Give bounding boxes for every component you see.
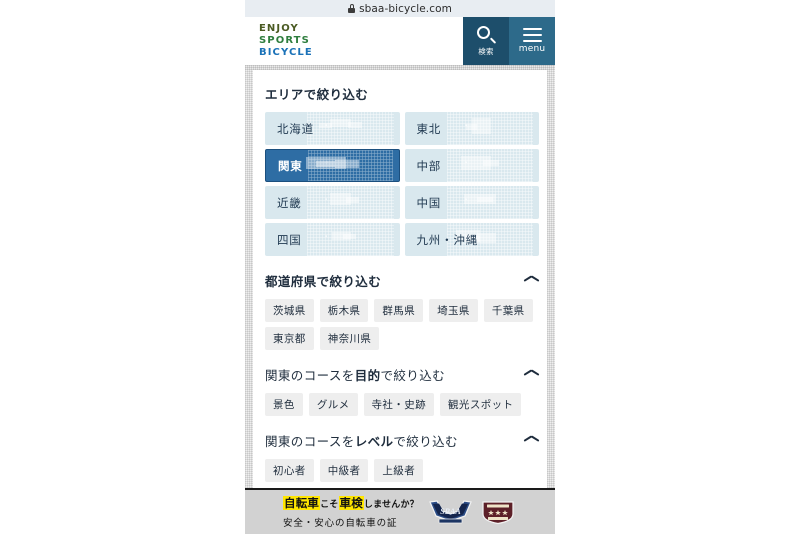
lock-icon [348,4,356,13]
filter-chip[interactable]: 栃木県 [319,299,369,322]
purpose-title-strong: 目的 [354,368,381,383]
menu-button-label: menu [518,44,546,54]
filter-chip[interactable]: 初心者 [265,459,314,482]
browser-url-bar[interactable]: sbaa-bicycle.com [245,0,555,17]
level-title-part2: で絞り込む [393,434,458,449]
purpose-section-title: 関東のコースを目的で絞り込む [265,365,445,384]
prefecture-chips: 茨城県 栃木県 群馬県 埼玉県 千葉県東京都 神奈川県 [265,299,539,350]
site-logo[interactable]: ENJOY SPORTS BICYCLE [259,23,313,58]
prefecture-section-header[interactable]: 都道府県で絞り込む [265,271,539,290]
svg-text:SBAA: SBAA [440,507,461,516]
filter-chip[interactable]: 景色 [265,393,303,416]
area-tile-label: 北海道 [277,121,314,136]
hamburger-icon [522,28,542,42]
filter-chip[interactable]: 千葉県 [483,299,533,322]
filter-panel: エリアで絞り込む 北海道 東北 関東 中部 近畿 中国 四国 九州・沖縄 都道府県で絞り込む … [245,70,555,482]
logo-line-bicycle: BICYCLE [259,46,313,58]
area-tile-label: 東北 [416,121,442,136]
purpose-title-part2: で絞り込む [380,368,446,383]
url-text: sbaa-bicycle.com [359,2,452,15]
logo-line-sports: SPORTS [259,35,310,47]
level-section-header[interactable]: 関東のコースをレベルで絞り込む [265,431,539,450]
filter-chip[interactable]: 埼玉県 [429,299,478,322]
mobile-viewport: ENJOY SPORTS BICYCLE 検索 menu エリアで絞り込む 北海… [245,17,555,534]
area-map-landmass [477,197,494,203]
prefecture-section-title: 都道府県で絞り込む [265,274,382,289]
area-tile-label: 中部 [416,158,442,173]
area-tile-label: 中国 [416,195,442,210]
bottom-ad-banner[interactable]: 自転車こそ車検しませんか？ 安全・安心の自転車の証 SBAA [245,488,555,534]
area-map-graphic [307,112,394,145]
chevron-up-icon[interactable] [524,276,539,285]
banner-headline-part4: しませんか？ [363,500,419,511]
banner-badges: SBAA [428,499,516,525]
filter-chip[interactable]: 観光スポット [440,393,522,416]
purpose-chips: 景色 グルメ 寺社・史跡 観光スポット [265,393,539,416]
logo-line-enjoy: ENJOY [259,23,299,35]
banner-headline-part2: こそ [320,500,339,511]
area-tile-label: 四国 [277,232,302,247]
level-chips: 初心者 中級者 上級者 [265,459,539,482]
filter-chip[interactable]: 寺社・史跡 [363,393,435,416]
area-tile[interactable]: 北海道 [265,112,400,145]
area-tile-label: 九州・沖縄 [416,232,478,247]
area-tile[interactable]: 九州・沖縄 [404,223,539,256]
search-button[interactable]: 検索 [463,17,509,65]
area-tile-label: 近畿 [277,195,302,210]
area-tile[interactable]: 近畿 [265,186,400,219]
area-map-landmass [466,123,478,130]
area-map-landmass [477,232,496,243]
search-button-label: 検索 [478,46,494,56]
area-map-landmass [482,160,499,167]
level-title-part1: 関東のコースを [265,434,355,449]
banner-headline: 自転車こそ車検しませんか？ [283,495,419,512]
purpose-section-header[interactable]: 関東のコースを目的で絞り込む [265,365,539,384]
filter-chip[interactable]: 上級者 [374,459,424,482]
screenshot-root: sbaa-bicycle.com ENJOY SPORTS BICYCLE 検索 [0,0,800,534]
banner-headline-part1: 自転車 [283,496,321,511]
menu-button[interactable]: menu [509,17,555,65]
filter-chip[interactable]: 東京都 [265,327,314,350]
purpose-title-part1: 関東のコースを [265,368,355,383]
area-tile[interactable]: 四国 [265,223,400,256]
area-section-title: エリアで絞り込む [265,87,369,102]
filter-chip[interactable]: グルメ [308,393,358,416]
banner-headline-part3: 車検 [338,496,364,511]
area-tile[interactable]: 中部 [404,149,539,182]
sbaa-badge-icon: SBAA [428,499,473,525]
chevron-up-icon[interactable] [524,436,539,445]
level-section-title: 関東のコースをレベルで絞り込む [265,431,458,450]
page-gutter-left [245,70,253,534]
area-map-landmass [345,196,360,203]
area-grid: 北海道 東北関東 中部近畿 中国四国 九州・沖縄 [265,112,539,256]
page-gutter-right [547,70,555,534]
area-tile-label: 関東 [278,158,303,173]
area-map-landmass [318,123,333,129]
area-tile[interactable]: 中国 [404,186,539,219]
level-title-strong: レベル [354,434,394,449]
banner-text: 自転車こそ車検しませんか？ 安全・安心の自転車の証 [283,495,419,529]
shield-badge-icon [480,499,516,525]
site-header: ENJOY SPORTS BICYCLE 検索 menu [245,17,555,65]
magnifier-icon [477,25,497,44]
filter-chip[interactable]: 茨城県 [265,299,314,322]
filter-chip[interactable]: 中級者 [319,459,369,482]
filter-chip[interactable]: 群馬県 [374,299,424,322]
header-buttons: 検索 menu [463,17,555,65]
area-tile-selected[interactable]: 関東 [265,149,400,182]
area-map-landmass [334,159,359,168]
area-map-landmass [348,121,362,128]
banner-subline: 安全・安心の自転車の証 [283,517,398,529]
area-map-landmass [343,234,357,240]
filter-chip[interactable]: 神奈川県 [319,327,380,350]
area-map-landmass [316,161,335,168]
chevron-up-icon[interactable] [524,370,539,379]
area-tile[interactable]: 東北 [404,112,539,145]
